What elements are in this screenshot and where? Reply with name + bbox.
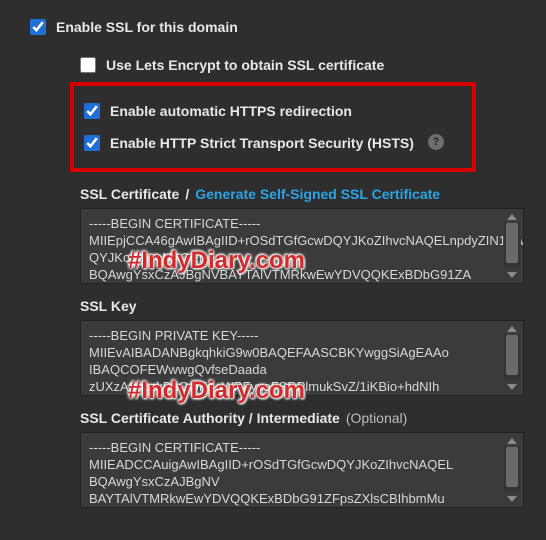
scroll-track[interactable] <box>504 447 520 493</box>
scroll-thumb[interactable] <box>506 335 518 375</box>
scrollbar[interactable] <box>503 323 521 393</box>
scroll-up-icon[interactable] <box>507 438 517 444</box>
auto-https-label: Enable automatic HTTPS redirection <box>110 102 352 120</box>
scroll-thumb[interactable] <box>506 223 518 263</box>
scroll-down-icon[interactable] <box>507 384 517 390</box>
scroll-thumb[interactable] <box>506 447 518 487</box>
enable-ssl-checkbox[interactable] <box>30 19 46 35</box>
ssl-ca-optional: (Optional) <box>346 410 407 426</box>
highlight-box: Enable automatic HTTPS redirection Enabl… <box>70 82 476 172</box>
ssl-key-label: SSL Key <box>80 298 137 314</box>
hsts-label: Enable HTTP Strict Transport Security (H… <box>110 134 414 152</box>
scrollbar[interactable] <box>503 211 521 281</box>
ssl-ca-textarea[interactable] <box>81 433 523 507</box>
scroll-track[interactable] <box>504 223 520 269</box>
ssl-cert-label: SSL Certificate <box>80 186 179 202</box>
generate-self-signed-link[interactable]: Generate Self-Signed SSL Certificate <box>195 186 440 202</box>
help-icon[interactable]: ? <box>428 134 444 150</box>
lets-encrypt-label: Use Lets Encrypt to obtain SSL certifica… <box>106 56 384 74</box>
lets-encrypt-checkbox[interactable] <box>80 57 96 73</box>
scroll-track[interactable] <box>504 335 520 381</box>
auto-https-checkbox[interactable] <box>84 103 100 119</box>
scroll-down-icon[interactable] <box>507 272 517 278</box>
hsts-checkbox[interactable] <box>84 135 100 151</box>
ssl-cert-sep: / <box>185 186 189 202</box>
ssl-key-textarea[interactable] <box>81 321 523 395</box>
scroll-up-icon[interactable] <box>507 214 517 220</box>
scroll-up-icon[interactable] <box>507 326 517 332</box>
ssl-cert-textarea[interactable] <box>81 209 523 283</box>
scrollbar[interactable] <box>503 435 521 505</box>
enable-ssl-label: Enable SSL for this domain <box>56 18 238 36</box>
ssl-ca-label: SSL Certificate Authority / Intermediate <box>80 410 340 426</box>
scroll-down-icon[interactable] <box>507 496 517 502</box>
